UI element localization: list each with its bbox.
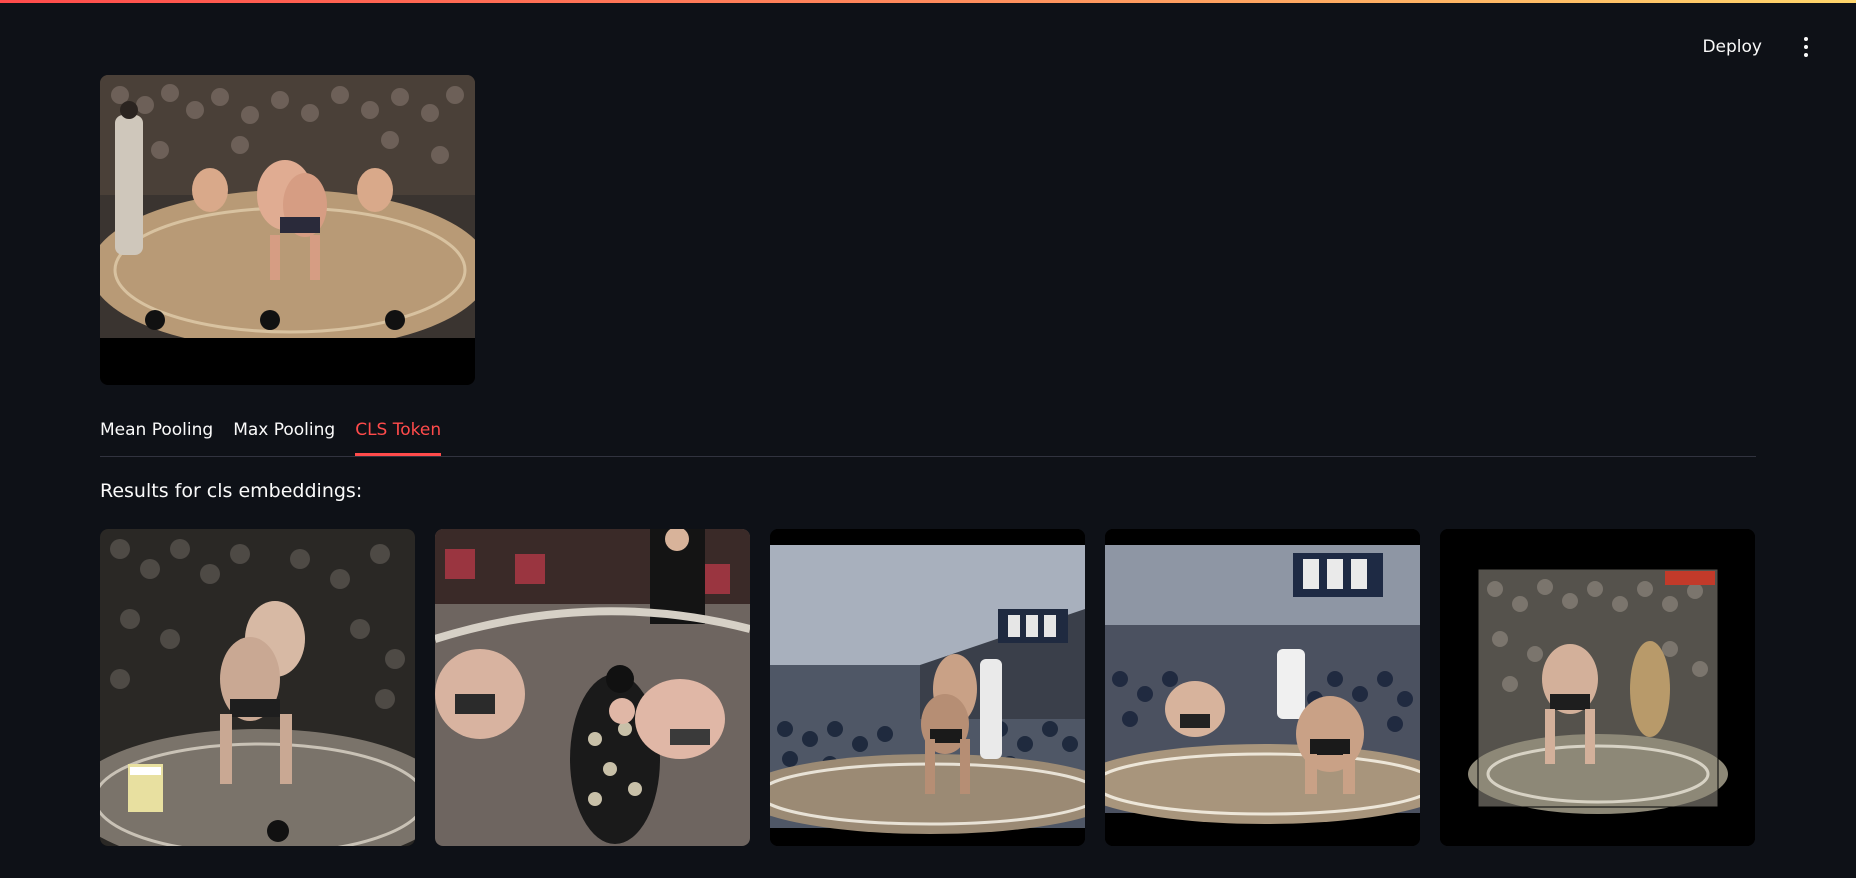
result-video-1[interactable]: [100, 529, 415, 846]
deploy-button[interactable]: Deploy: [1696, 33, 1768, 61]
result-video-2[interactable]: [435, 529, 750, 846]
result-video-4-frame: [1105, 529, 1420, 846]
results-heading: Results for cls embeddings:: [100, 480, 363, 502]
results-grid: [100, 529, 1756, 846]
tab-mean-pooling[interactable]: Mean Pooling: [100, 412, 213, 447]
sumo-video-frame: [100, 75, 475, 338]
result-video-1-frame: [100, 529, 415, 846]
result-video-3-frame: [770, 529, 1085, 846]
tab-max-pooling[interactable]: Max Pooling: [233, 412, 335, 447]
query-video-player[interactable]: [100, 75, 475, 385]
embedding-tabs: Mean Pooling Max Pooling CLS Token: [100, 412, 1756, 457]
result-video-5-frame: [1440, 529, 1755, 846]
result-video-2-frame: [435, 529, 750, 846]
result-video-4[interactable]: [1105, 529, 1420, 846]
result-video-5[interactable]: [1440, 529, 1755, 846]
result-video-3[interactable]: [770, 529, 1085, 846]
more-vertical-icon[interactable]: [1796, 35, 1816, 59]
tab-cls-token[interactable]: CLS Token: [355, 412, 441, 456]
